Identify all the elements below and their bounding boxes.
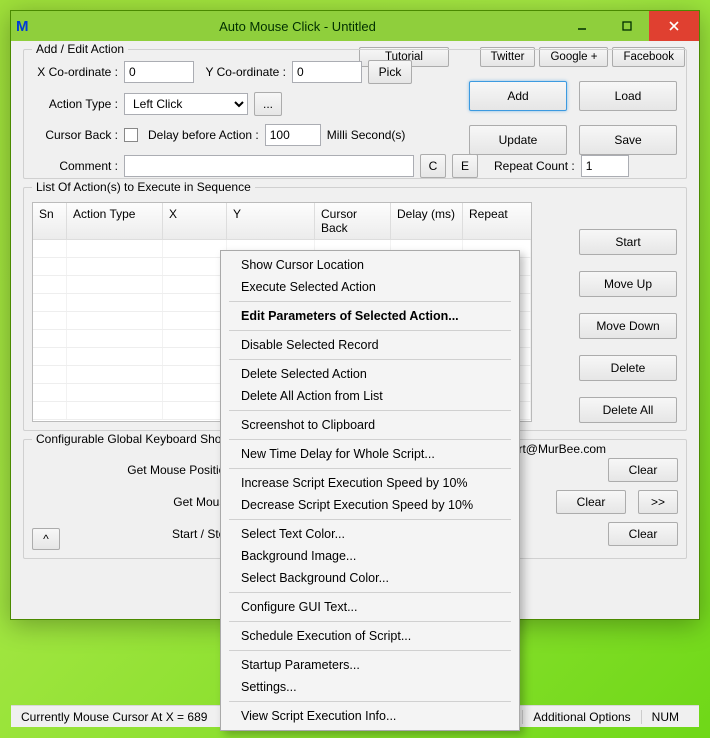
col-repeat[interactable]: Repeat: [463, 203, 531, 239]
y-coord-label: Y Co-ordinate :: [200, 65, 286, 79]
window-title: Auto Mouse Click - Untitled: [36, 19, 559, 34]
delete-button[interactable]: Delete: [579, 355, 677, 381]
context-menu-item[interactable]: Select Background Color...: [223, 567, 517, 589]
pick-button[interactable]: Pick: [368, 60, 412, 84]
context-menu-item[interactable]: Schedule Execution of Script...: [223, 625, 517, 647]
e-button[interactable]: E: [452, 154, 478, 178]
action-type-label: Action Type :: [32, 97, 118, 111]
col-cursor-back[interactable]: Cursor Back: [315, 203, 391, 239]
context-menu-item[interactable]: Select Text Color...: [223, 523, 517, 545]
status-options[interactable]: Additional Options: [522, 710, 640, 724]
c-button[interactable]: C: [420, 154, 446, 178]
col-delay[interactable]: Delay (ms): [391, 203, 463, 239]
repeat-count-input[interactable]: [581, 155, 629, 177]
close-button[interactable]: [649, 11, 699, 41]
caret-button[interactable]: ^: [32, 528, 60, 550]
delay-input[interactable]: [265, 124, 321, 146]
col-action-type[interactable]: Action Type: [67, 203, 163, 239]
context-menu[interactable]: Show Cursor LocationExecute Selected Act…: [220, 250, 520, 731]
context-menu-item[interactable]: Delete All Action from List: [223, 385, 517, 407]
clear-button-3[interactable]: Clear: [608, 522, 678, 546]
context-menu-separator: [229, 468, 511, 469]
minimize-button[interactable]: [559, 11, 604, 41]
context-menu-item[interactable]: Background Image...: [223, 545, 517, 567]
context-menu-item[interactable]: Show Cursor Location: [223, 254, 517, 276]
repeat-count-label: Repeat Count :: [494, 159, 575, 173]
add-button[interactable]: Add: [469, 81, 567, 111]
context-menu-separator: [229, 650, 511, 651]
col-sn[interactable]: Sn: [33, 203, 67, 239]
context-menu-separator: [229, 519, 511, 520]
context-menu-separator: [229, 701, 511, 702]
context-menu-separator: [229, 439, 511, 440]
context-menu-item[interactable]: Configure GUI Text...: [223, 596, 517, 618]
start-button[interactable]: Start: [579, 229, 677, 255]
x-coord-label: X Co-ordinate :: [32, 65, 118, 79]
context-menu-item[interactable]: Startup Parameters...: [223, 654, 517, 676]
cursor-back-checkbox[interactable]: [124, 128, 138, 142]
clear-button-1[interactable]: Clear: [608, 458, 678, 482]
move-down-button[interactable]: Move Down: [579, 313, 677, 339]
status-cursor-text: Currently Mouse Cursor At X = 689: [21, 710, 207, 724]
col-y[interactable]: Y: [227, 203, 315, 239]
context-menu-item[interactable]: Execute Selected Action: [223, 276, 517, 298]
context-menu-separator: [229, 330, 511, 331]
action-type-more-button[interactable]: ...: [254, 92, 282, 116]
context-menu-item[interactable]: Edit Parameters of Selected Action...: [223, 305, 517, 327]
action-type-select[interactable]: Left Click: [124, 93, 248, 115]
status-num: NUM: [641, 710, 689, 724]
col-x[interactable]: X: [163, 203, 227, 239]
context-menu-item[interactable]: Screenshot to Clipboard: [223, 414, 517, 436]
context-menu-item[interactable]: Increase Script Execution Speed by 10%: [223, 472, 517, 494]
context-menu-item[interactable]: New Time Delay for Whole Script...: [223, 443, 517, 465]
save-button[interactable]: Save: [579, 125, 677, 155]
y-coord-input[interactable]: [292, 61, 362, 83]
action-list-legend: List Of Action(s) to Execute in Sequence: [32, 180, 255, 194]
move-up-button[interactable]: Move Up: [579, 271, 677, 297]
delete-all-button[interactable]: Delete All: [579, 397, 677, 423]
start-stop-label: Start / Stop: [32, 527, 232, 541]
context-menu-separator: [229, 592, 511, 593]
context-menu-separator: [229, 359, 511, 360]
get-mouse-position-label: Get Mouse Position: [32, 463, 232, 477]
x-coord-input[interactable]: [124, 61, 194, 83]
load-button[interactable]: Load: [579, 81, 677, 111]
table-header: Sn Action Type X Y Cursor Back Delay (ms…: [33, 203, 531, 240]
comment-label: Comment :: [32, 159, 118, 173]
context-menu-item[interactable]: Disable Selected Record: [223, 334, 517, 356]
comment-input[interactable]: [124, 155, 414, 177]
delay-label: Delay before Action :: [148, 128, 259, 142]
titlebar[interactable]: M Auto Mouse Click - Untitled: [11, 11, 699, 41]
delay-units: Milli Second(s): [327, 128, 406, 142]
app-icon: M: [16, 18, 36, 35]
maximize-button[interactable]: [604, 11, 649, 41]
context-menu-item[interactable]: Decrease Script Execution Speed by 10%: [223, 494, 517, 516]
context-menu-item[interactable]: Settings...: [223, 676, 517, 698]
context-menu-item[interactable]: Delete Selected Action: [223, 363, 517, 385]
context-menu-separator: [229, 410, 511, 411]
more-button[interactable]: >>: [638, 490, 678, 514]
cursor-back-label: Cursor Back :: [32, 128, 118, 142]
clear-button-2[interactable]: Clear: [556, 490, 626, 514]
update-button[interactable]: Update: [469, 125, 567, 155]
get-mouse-label: Get Mouse: [32, 495, 232, 509]
add-edit-legend: Add / Edit Action: [32, 42, 128, 56]
context-menu-separator: [229, 621, 511, 622]
context-menu-item[interactable]: View Script Execution Info...: [223, 705, 517, 727]
context-menu-separator: [229, 301, 511, 302]
